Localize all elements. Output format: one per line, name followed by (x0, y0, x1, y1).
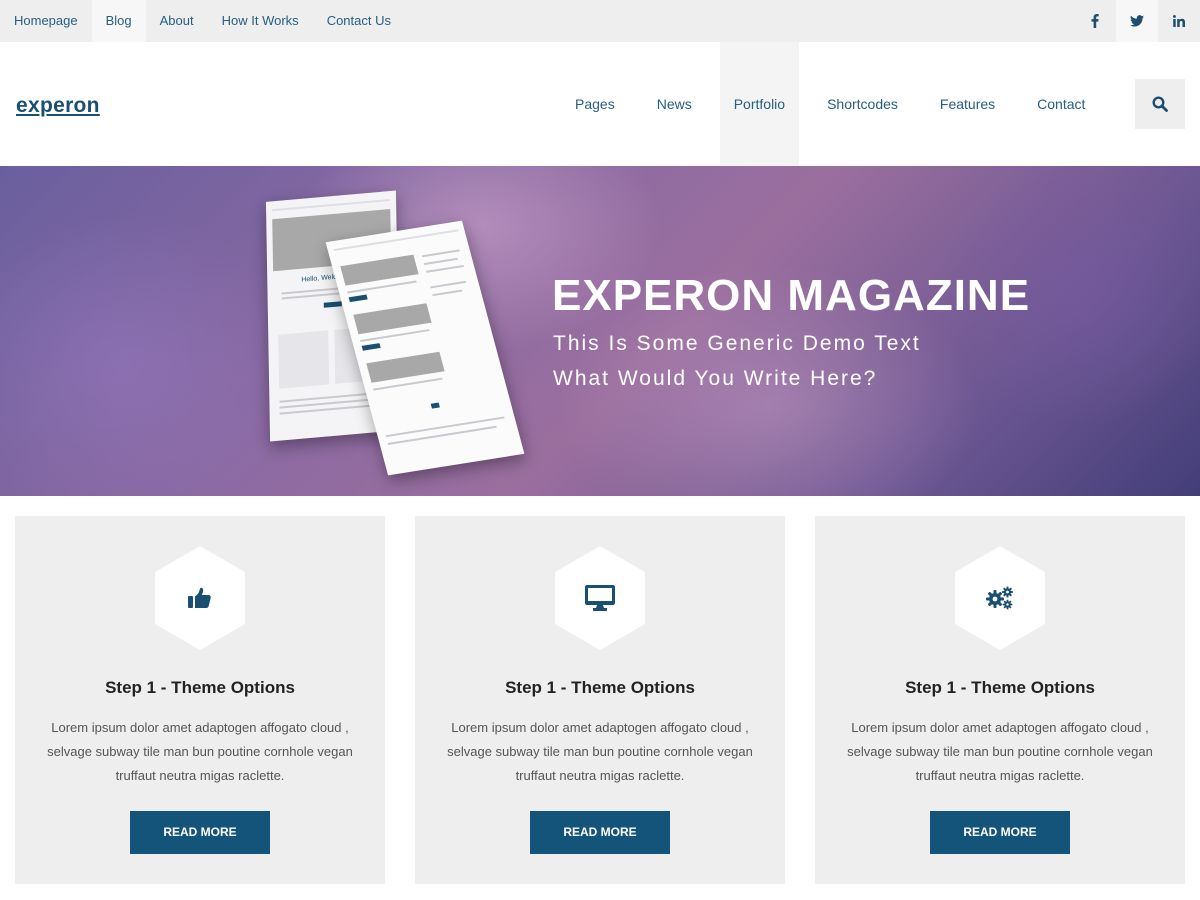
hero-subtitle: This Is Some Generic Demo Text What Woul… (553, 326, 921, 396)
top-nav-about[interactable]: About (146, 0, 208, 42)
nav-shortcodes[interactable]: Shortcodes (806, 42, 919, 166)
top-nav-homepage[interactable]: Homepage (0, 0, 92, 42)
nav-features[interactable]: Features (919, 42, 1016, 166)
read-more-button[interactable]: READ MORE (930, 811, 1070, 854)
thumbs-up-icon (188, 587, 211, 608)
site-header: experon Pages News Portfolio Shortcodes … (0, 42, 1200, 166)
card-text: Lorem ipsum dolor amet adaptogen affogat… (447, 720, 753, 783)
card-title: Step 1 - Theme Options (105, 678, 295, 697)
search-icon (1152, 96, 1168, 112)
card-title: Step 1 - Theme Options (505, 678, 695, 697)
top-nav-blog[interactable]: Blog (91, 0, 146, 42)
top-bar: Homepage Blog About How It Works Contact… (0, 0, 1200, 42)
top-nav-how-it-works[interactable]: How It Works (208, 0, 313, 42)
hero-banner: Hello, Welcome To EXPERON MAGAZINE This … (0, 166, 1200, 496)
main-nav: Pages News Portfolio Shortcodes Features… (554, 42, 1106, 166)
facebook-icon (1091, 14, 1099, 28)
hexagon-badge (155, 546, 245, 650)
linkedin-link[interactable] (1158, 0, 1200, 42)
card-text: Lorem ipsum dolor amet adaptogen affogat… (47, 720, 353, 783)
card-title: Step 1 - Theme Options (905, 678, 1095, 697)
linkedin-icon (1173, 15, 1185, 27)
hexagon-badge (555, 546, 645, 650)
card-text: Lorem ipsum dolor amet adaptogen affogat… (847, 720, 1153, 783)
nav-contact[interactable]: Contact (1016, 42, 1106, 166)
search-button[interactable] (1135, 79, 1185, 129)
desktop-icon (585, 585, 615, 611)
nav-pages[interactable]: Pages (554, 42, 636, 166)
top-nav: Homepage Blog About How It Works Contact… (0, 0, 405, 42)
nav-portfolio[interactable]: Portfolio (719, 42, 800, 166)
hero-subtitle-line-1: This Is Some Generic Demo Text (553, 332, 921, 355)
facebook-link[interactable] (1074, 0, 1116, 42)
feature-card-3: Step 1 - Theme Options Lorem ipsum dolor… (815, 516, 1185, 884)
twitter-icon (1130, 15, 1144, 27)
feature-card-2: Step 1 - Theme Options Lorem ipsum dolor… (415, 516, 785, 884)
gears-icon (986, 586, 1013, 610)
hero-title: EXPERON MAGAZINE (552, 271, 1031, 320)
hero-subtitle-line-2: What Would You Write Here? (553, 367, 878, 390)
hexagon-badge (955, 546, 1045, 650)
nav-news[interactable]: News (636, 42, 713, 166)
social-links (1074, 0, 1200, 42)
read-more-button[interactable]: READ MORE (530, 811, 670, 854)
twitter-link[interactable] (1116, 0, 1158, 42)
website-mockup-front (325, 220, 525, 476)
site-logo[interactable]: experon (16, 92, 100, 120)
feature-card-1: Step 1 - Theme Options Lorem ipsum dolor… (15, 516, 385, 884)
top-nav-contact-us[interactable]: Contact Us (313, 0, 405, 42)
read-more-button[interactable]: READ MORE (130, 811, 270, 854)
